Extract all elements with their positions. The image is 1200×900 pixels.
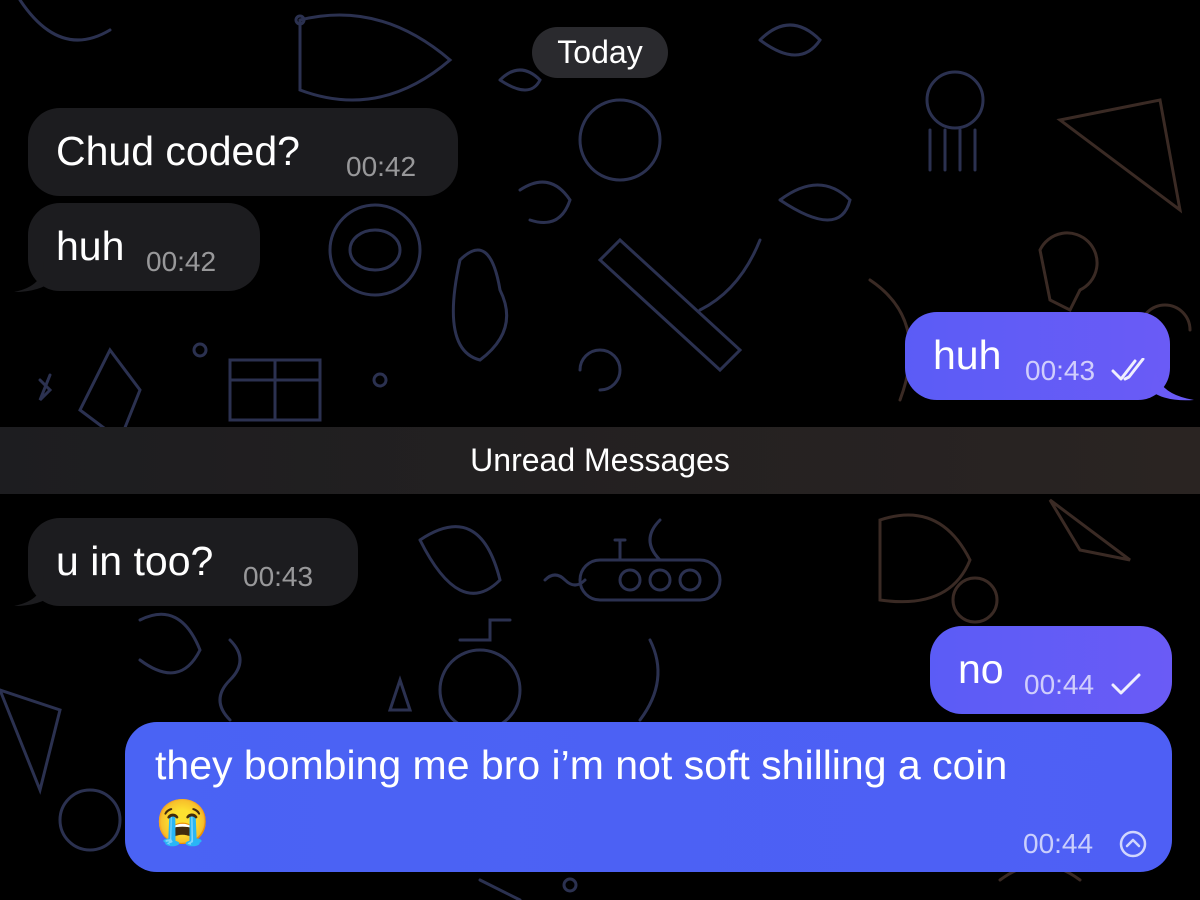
message-text: Chud coded? [56, 128, 300, 174]
sent-check-icon [1111, 673, 1141, 695]
read-double-check-icon [1111, 358, 1145, 381]
message-bubble-outgoing[interactable]: huh 00:43 [905, 312, 1170, 400]
message-text: u in too? [56, 538, 214, 584]
crying-emoji: 😭 [155, 798, 210, 847]
message-time: 00:43 [243, 561, 314, 592]
message-bubble-outgoing[interactable]: no 00:44 [930, 626, 1172, 714]
message-time: 00:44 [1023, 828, 1094, 859]
message-bubble-incoming[interactable]: huh 00:42 [28, 203, 260, 291]
message-text: they bombing me bro i’m not soft shillin… [155, 742, 1008, 788]
message-time: 00:44 [1024, 669, 1095, 700]
message-time: 00:42 [346, 151, 417, 182]
bubble-tail [14, 262, 54, 292]
date-chip: Today [532, 27, 668, 78]
sending-clock-icon [1119, 830, 1147, 858]
message-time: 00:43 [1025, 355, 1096, 386]
message-text: no [958, 646, 1004, 692]
bubble-tail [1150, 370, 1194, 401]
unread-messages-divider: Unread Messages [0, 427, 1200, 494]
message-time: 00:42 [146, 246, 217, 277]
message-text: huh [56, 223, 125, 269]
message-text: huh [933, 332, 1002, 378]
bubble-tail [14, 576, 54, 606]
message-bubble-incoming[interactable]: u in too? 00:43 [28, 518, 358, 606]
message-bubble-outgoing[interactable]: they bombing me bro i’m not soft shillin… [125, 722, 1172, 872]
message-bubble-incoming[interactable]: Chud coded? 00:42 [28, 108, 458, 196]
